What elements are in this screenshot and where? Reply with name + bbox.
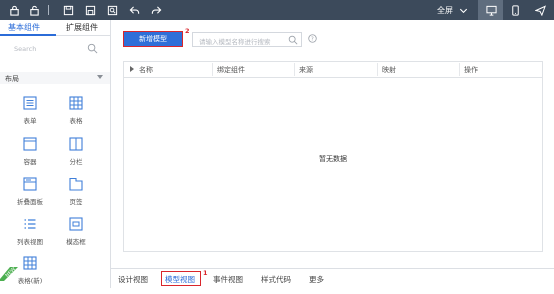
- modal-icon: [69, 217, 83, 231]
- table-icon: [69, 96, 83, 110]
- form-icon: [23, 96, 37, 110]
- component-label: 表单: [23, 117, 37, 125]
- model-table: 名称 绑定组件 来源 映射 操作 暂无数据: [123, 61, 543, 252]
- component-label: 列表视图: [17, 238, 43, 246]
- preview-icon[interactable]: [106, 4, 118, 16]
- unlock-icon[interactable]: [28, 4, 40, 16]
- chevron-down-icon[interactable]: [457, 4, 469, 16]
- save-icon[interactable]: [62, 4, 74, 16]
- component-label: 模态框: [66, 238, 86, 246]
- tab-page-icon: [69, 177, 83, 191]
- component-modal[interactable]: 模态框: [58, 217, 94, 255]
- component-label: 表格(新): [17, 277, 43, 285]
- tab-model-view[interactable]: 模型视图: [165, 274, 195, 285]
- container-icon: [23, 137, 37, 151]
- top-toolbar: 全屏: [0, 0, 554, 20]
- component-container[interactable]: 容器: [12, 137, 48, 175]
- help-icon[interactable]: ?: [308, 34, 317, 43]
- tab-more[interactable]: 更多: [309, 274, 324, 285]
- search-placeholder: 请输入模型名称进行搜索: [199, 38, 271, 46]
- component-table[interactable]: 表格: [58, 96, 94, 134]
- collapse-panel-icon: [23, 177, 37, 191]
- component-label: 容器: [23, 158, 37, 166]
- tab-style-code[interactable]: 样式代码: [261, 274, 291, 285]
- table-header: 名称 绑定组件 来源 映射 操作: [124, 62, 542, 78]
- column-bound-component: 绑定组件: [217, 66, 245, 74]
- lock-icon[interactable]: [8, 4, 20, 16]
- tab-extended-components[interactable]: 扩展组件: [66, 22, 98, 33]
- column-divider: [459, 63, 460, 76]
- column-name: 名称: [139, 66, 153, 74]
- mobile-icon[interactable]: [509, 4, 521, 16]
- tab-design-view[interactable]: 设计视图: [118, 274, 148, 285]
- model-search-input[interactable]: 请输入模型名称进行搜索: [192, 32, 302, 47]
- column-divider: [294, 63, 295, 76]
- columns-icon: [69, 137, 83, 151]
- search-placeholder: Search: [14, 45, 37, 53]
- annotation-number-2: 2: [185, 27, 190, 35]
- active-tab-indicator: [0, 34, 56, 36]
- component-sidebar: 基本组件 扩展组件 Search 布局 表单 表格 容器 分栏 折叠面板 页签 …: [0, 20, 111, 288]
- save-as-icon[interactable]: [84, 4, 96, 16]
- component-label: 页签: [69, 198, 83, 206]
- undo-icon[interactable]: [128, 4, 140, 16]
- column-source: 来源: [299, 66, 313, 74]
- component-label: 分栏: [69, 158, 83, 166]
- column-divider: [377, 63, 378, 76]
- send-icon[interactable]: [534, 4, 546, 16]
- sidebar-tabs: 基本组件 扩展组件: [0, 20, 110, 36]
- toolbar-separator: [48, 5, 49, 15]
- caret-down-icon: [97, 75, 103, 79]
- tab-event-view[interactable]: 事件视图: [213, 274, 243, 285]
- add-model-button[interactable]: 新增模型: [123, 31, 183, 47]
- list-view-icon: [24, 219, 36, 229]
- component-label: 折叠面板: [17, 198, 43, 206]
- tab-basic-components[interactable]: 基本组件: [8, 22, 40, 33]
- component-list-view[interactable]: 列表视图: [12, 217, 48, 255]
- model-view-panel: 新增模型 2 请输入模型名称进行搜索 ? 名称 绑定组件 来源 映射 操作 暂无…: [111, 20, 554, 268]
- component-label: 表格: [69, 117, 83, 125]
- search-icon[interactable]: [288, 35, 298, 45]
- column-divider: [212, 63, 213, 76]
- redo-icon[interactable]: [150, 4, 162, 16]
- component-search-input[interactable]: Search: [8, 42, 102, 56]
- caret-right-icon[interactable]: [130, 66, 134, 72]
- desktop-icon[interactable]: [485, 4, 497, 16]
- section-title: 布局: [5, 75, 19, 83]
- annotation-number-1: 1: [203, 269, 208, 277]
- column-mapping: 映射: [382, 66, 396, 74]
- column-actions: 操作: [464, 66, 478, 74]
- component-table-new[interactable]: 表格(新): [12, 256, 48, 294]
- component-tab-page[interactable]: 页签: [58, 177, 94, 215]
- component-columns[interactable]: 分栏: [58, 137, 94, 175]
- search-icon[interactable]: [87, 43, 98, 54]
- component-collapse-panel[interactable]: 折叠面板: [12, 177, 48, 215]
- table-new-icon: [23, 256, 37, 270]
- empty-state-text: 暂无数据: [319, 155, 347, 163]
- fullscreen-label[interactable]: 全屏: [437, 5, 453, 16]
- layout-section-header[interactable]: 布局: [0, 72, 110, 84]
- component-form[interactable]: 表单: [12, 96, 48, 134]
- view-tabs-bar: 设计视图 模型视图 1 事件视图 样式代码 更多: [111, 268, 554, 289]
- svg-text:?: ?: [311, 36, 314, 42]
